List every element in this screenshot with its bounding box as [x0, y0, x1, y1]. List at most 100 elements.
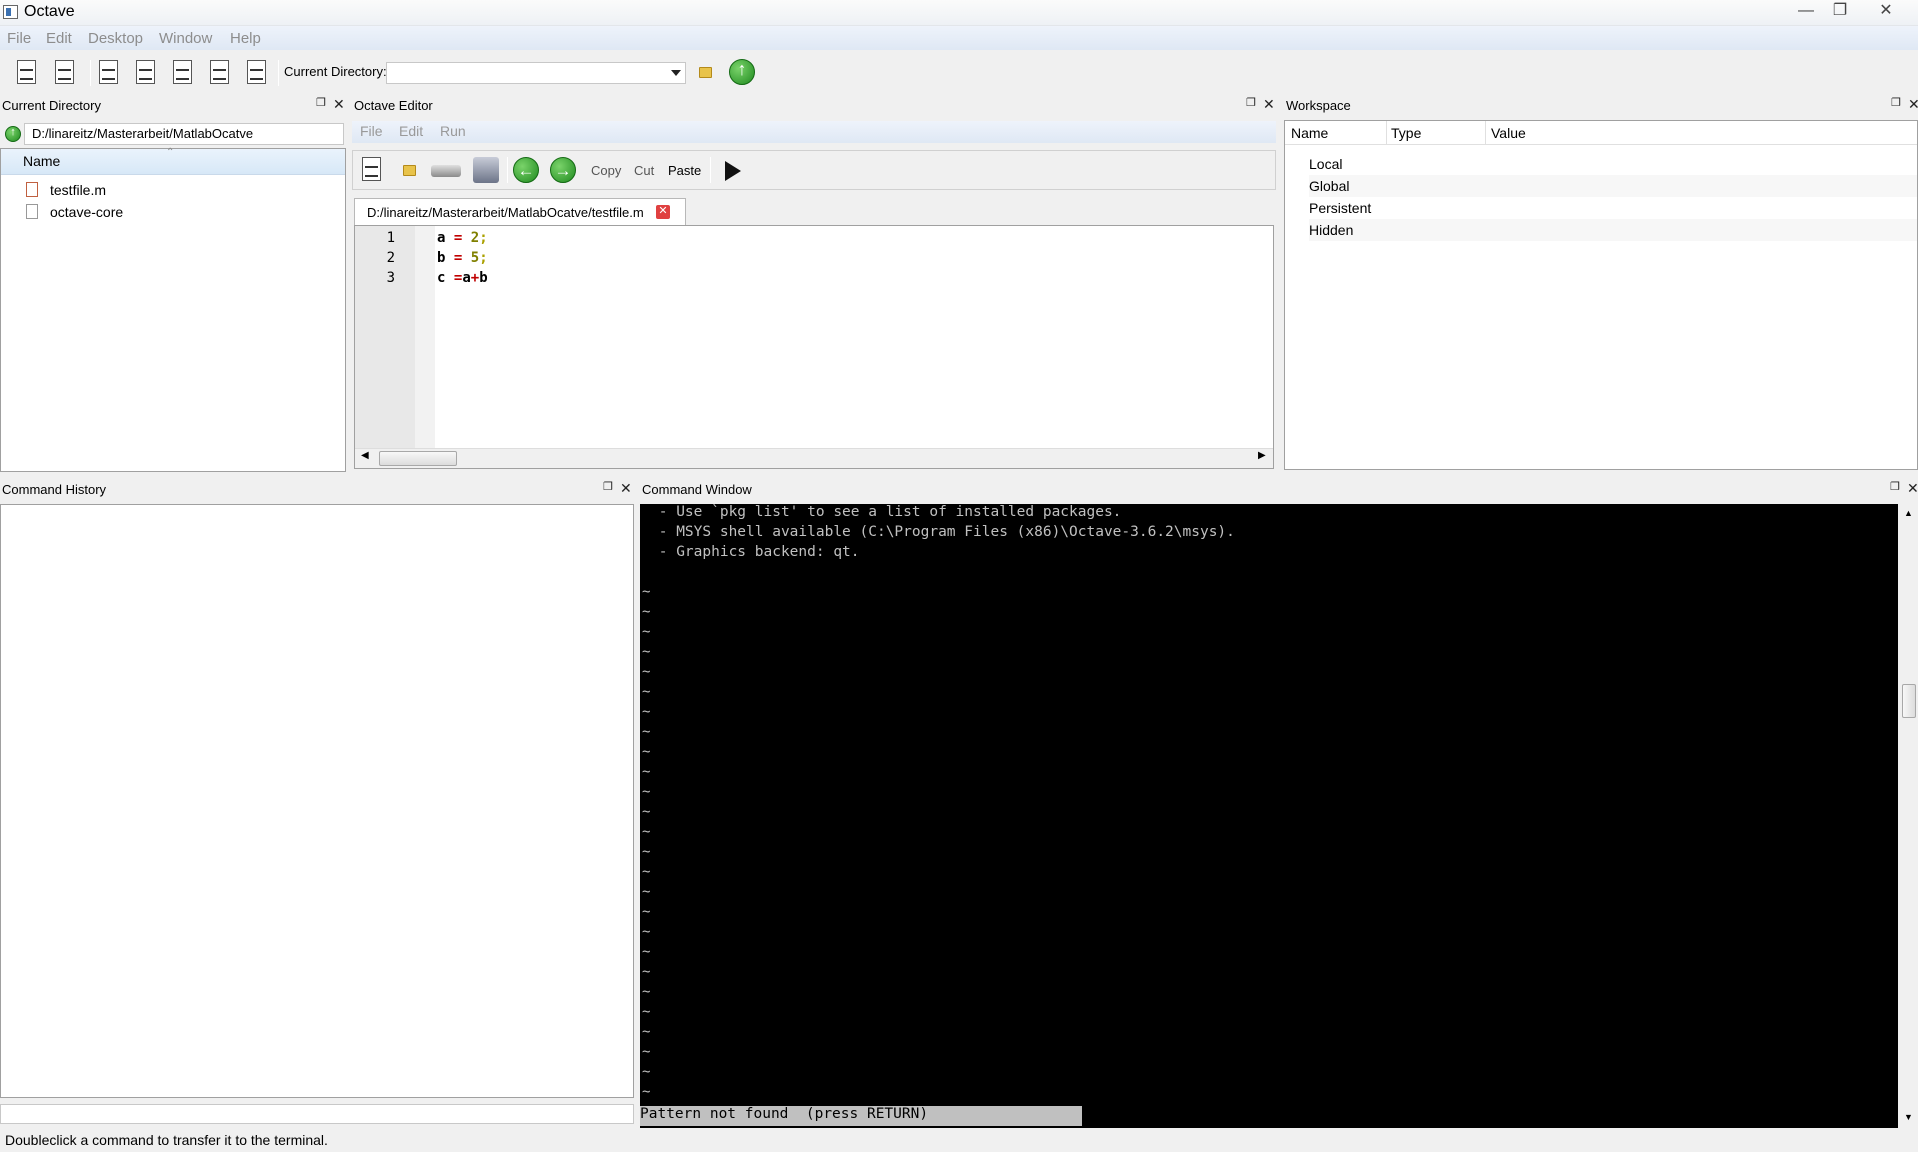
column-divider: [1386, 121, 1387, 145]
scroll-thumb[interactable]: [1902, 684, 1916, 718]
panel-title: Workspace: [1286, 98, 1351, 113]
toolbar-separator: [710, 157, 711, 183]
pager-tilde: ~: [642, 784, 651, 800]
chevron-down-icon[interactable]: [671, 70, 681, 76]
paste-button[interactable]: Paste: [668, 163, 701, 178]
parent-directory-icon[interactable]: [729, 59, 755, 85]
editor-menu-file[interactable]: File: [360, 123, 383, 139]
menu-desktop[interactable]: Desktop: [88, 30, 143, 47]
command-window-button[interactable]: [244, 60, 270, 86]
pager-tilde: ~: [642, 964, 651, 980]
workspace-row-persistent[interactable]: Persistent: [1309, 197, 1371, 219]
editor-toolbar: ← → Copy Cut Paste: [352, 150, 1276, 190]
document-icon: [210, 60, 229, 84]
menu-edit[interactable]: Edit: [46, 30, 72, 47]
close-window-icon[interactable]: ✕: [1868, 0, 1904, 22]
restore-icon[interactable]: ❐: [1822, 0, 1858, 22]
undock-icon[interactable]: ❐: [1891, 96, 1901, 109]
menu-file[interactable]: File: [7, 30, 31, 47]
editor-menu-run[interactable]: Run: [440, 123, 466, 139]
close-panel-icon[interactable]: ✕: [1263, 96, 1275, 113]
file-name: testfile.m: [50, 182, 107, 198]
code-editor[interactable]: 1 2 3 a = 2; b = 5; c =a+b ◀ ▶: [354, 225, 1274, 469]
close-panel-icon[interactable]: ✕: [1907, 480, 1918, 497]
arrow-left-icon[interactable]: ←: [513, 157, 539, 183]
undock-icon[interactable]: ❐: [1890, 480, 1900, 493]
history-filter-input[interactable]: [0, 1104, 634, 1124]
line-number: 3: [386, 270, 395, 286]
panel-title: Octave Editor: [354, 98, 433, 113]
semicolon: ;: [479, 250, 488, 266]
column-header-name[interactable]: Name: [1291, 125, 1328, 141]
code-line-3: c =a+b: [437, 270, 488, 286]
sort-indicator-icon: ⌃: [166, 147, 175, 158]
browse-folder-icon[interactable]: [699, 67, 712, 78]
editor-menu-edit[interactable]: Edit: [399, 123, 423, 139]
workspace-row-hidden[interactable]: Hidden: [1309, 219, 1917, 241]
status-bar: Doubleclick a command to transfer it to …: [0, 1130, 1918, 1152]
pager-tilde: ~: [642, 684, 651, 700]
pager-tilde: ~: [642, 584, 651, 600]
run-icon[interactable]: [725, 161, 741, 181]
scroll-down-icon[interactable]: ▼: [1904, 1112, 1913, 1122]
save-icon[interactable]: [431, 165, 461, 177]
close-tab-icon[interactable]: ✕: [656, 205, 670, 219]
status-text: Doubleclick a command to transfer it to …: [5, 1132, 328, 1148]
horizontal-scrollbar[interactable]: ◀ ▶: [355, 448, 1273, 468]
workspace-button[interactable]: [170, 60, 196, 86]
pager-tilde: ~: [642, 944, 651, 960]
close-panel-icon[interactable]: ✕: [333, 96, 345, 113]
scroll-thumb[interactable]: [379, 451, 457, 466]
editor-tab-testfile[interactable]: D:/linareitz/Masterarbeit/MatlabOcatve/t…: [354, 198, 686, 225]
pager-tilde: ~: [642, 984, 651, 1000]
column-header-value[interactable]: Value: [1491, 125, 1526, 141]
pager-tilde: ~: [642, 824, 651, 840]
scroll-right-icon[interactable]: ▶: [1258, 450, 1266, 461]
menu-help[interactable]: Help: [230, 30, 261, 47]
cut-button[interactable]: Cut: [634, 163, 654, 178]
pager-tilde: ~: [642, 924, 651, 940]
terminal-scrollbar[interactable]: ▲ ▼: [1900, 504, 1918, 1128]
file-row-octave-core[interactable]: octave-core: [1, 201, 345, 223]
new-function-button[interactable]: [52, 60, 78, 86]
pager-tilde: ~: [642, 604, 651, 620]
menu-window[interactable]: Window: [159, 30, 212, 47]
workspace-row-global[interactable]: Global: [1309, 175, 1917, 197]
close-panel-icon[interactable]: ✕: [620, 480, 632, 497]
directory-path-text: D:/linareitz/Masterarbeit/MatlabOcatve: [32, 126, 254, 141]
column-header-type[interactable]: Type: [1391, 125, 1421, 141]
scroll-up-icon[interactable]: ▲: [1904, 508, 1913, 518]
history-button[interactable]: [207, 60, 233, 86]
file-row-testfile[interactable]: testfile.m: [1, 179, 345, 201]
undock-icon[interactable]: ❐: [1246, 96, 1256, 109]
undock-icon[interactable]: ❐: [316, 96, 326, 109]
history-list[interactable]: [0, 504, 634, 1098]
column-header-name[interactable]: Name ⌃: [1, 147, 345, 175]
open-file-button[interactable]: [96, 60, 122, 86]
panel-title: Command History: [2, 482, 107, 497]
editor-button[interactable]: [133, 60, 159, 86]
title-bar: Octave — ❐ ✕: [0, 0, 1918, 26]
terminal-line: - MSYS shell available (C:\Program Files…: [650, 524, 1235, 540]
undock-icon[interactable]: ❐: [603, 480, 613, 493]
copy-button[interactable]: Copy: [591, 163, 621, 178]
new-file-button[interactable]: [359, 157, 385, 183]
workspace-row-local[interactable]: Local: [1309, 153, 1342, 175]
new-script-button[interactable]: [14, 60, 40, 86]
directory-up-icon[interactable]: [5, 126, 21, 142]
document-icon: [99, 60, 118, 84]
arrow-right-icon[interactable]: →: [550, 157, 576, 183]
pager-tilde: ~: [642, 624, 651, 640]
toolbar-separator: [278, 60, 279, 86]
close-panel-icon[interactable]: ✕: [1908, 96, 1918, 113]
open-folder-icon[interactable]: [403, 165, 416, 176]
main-menubar: File Edit Desktop Window Help: [0, 26, 1918, 50]
directory-path-field[interactable]: D:/linareitz/Masterarbeit/MatlabOcatve: [24, 123, 344, 145]
terminal-output[interactable]: - Use `pkg list' to see a list of instal…: [640, 504, 1898, 1128]
pager-tilde: ~: [642, 884, 651, 900]
scroll-left-icon[interactable]: ◀: [361, 450, 369, 461]
app-icon: [3, 5, 18, 19]
save-as-icon[interactable]: [473, 157, 499, 183]
minimize-icon[interactable]: —: [1788, 0, 1824, 22]
current-directory-combobox[interactable]: [386, 62, 686, 84]
